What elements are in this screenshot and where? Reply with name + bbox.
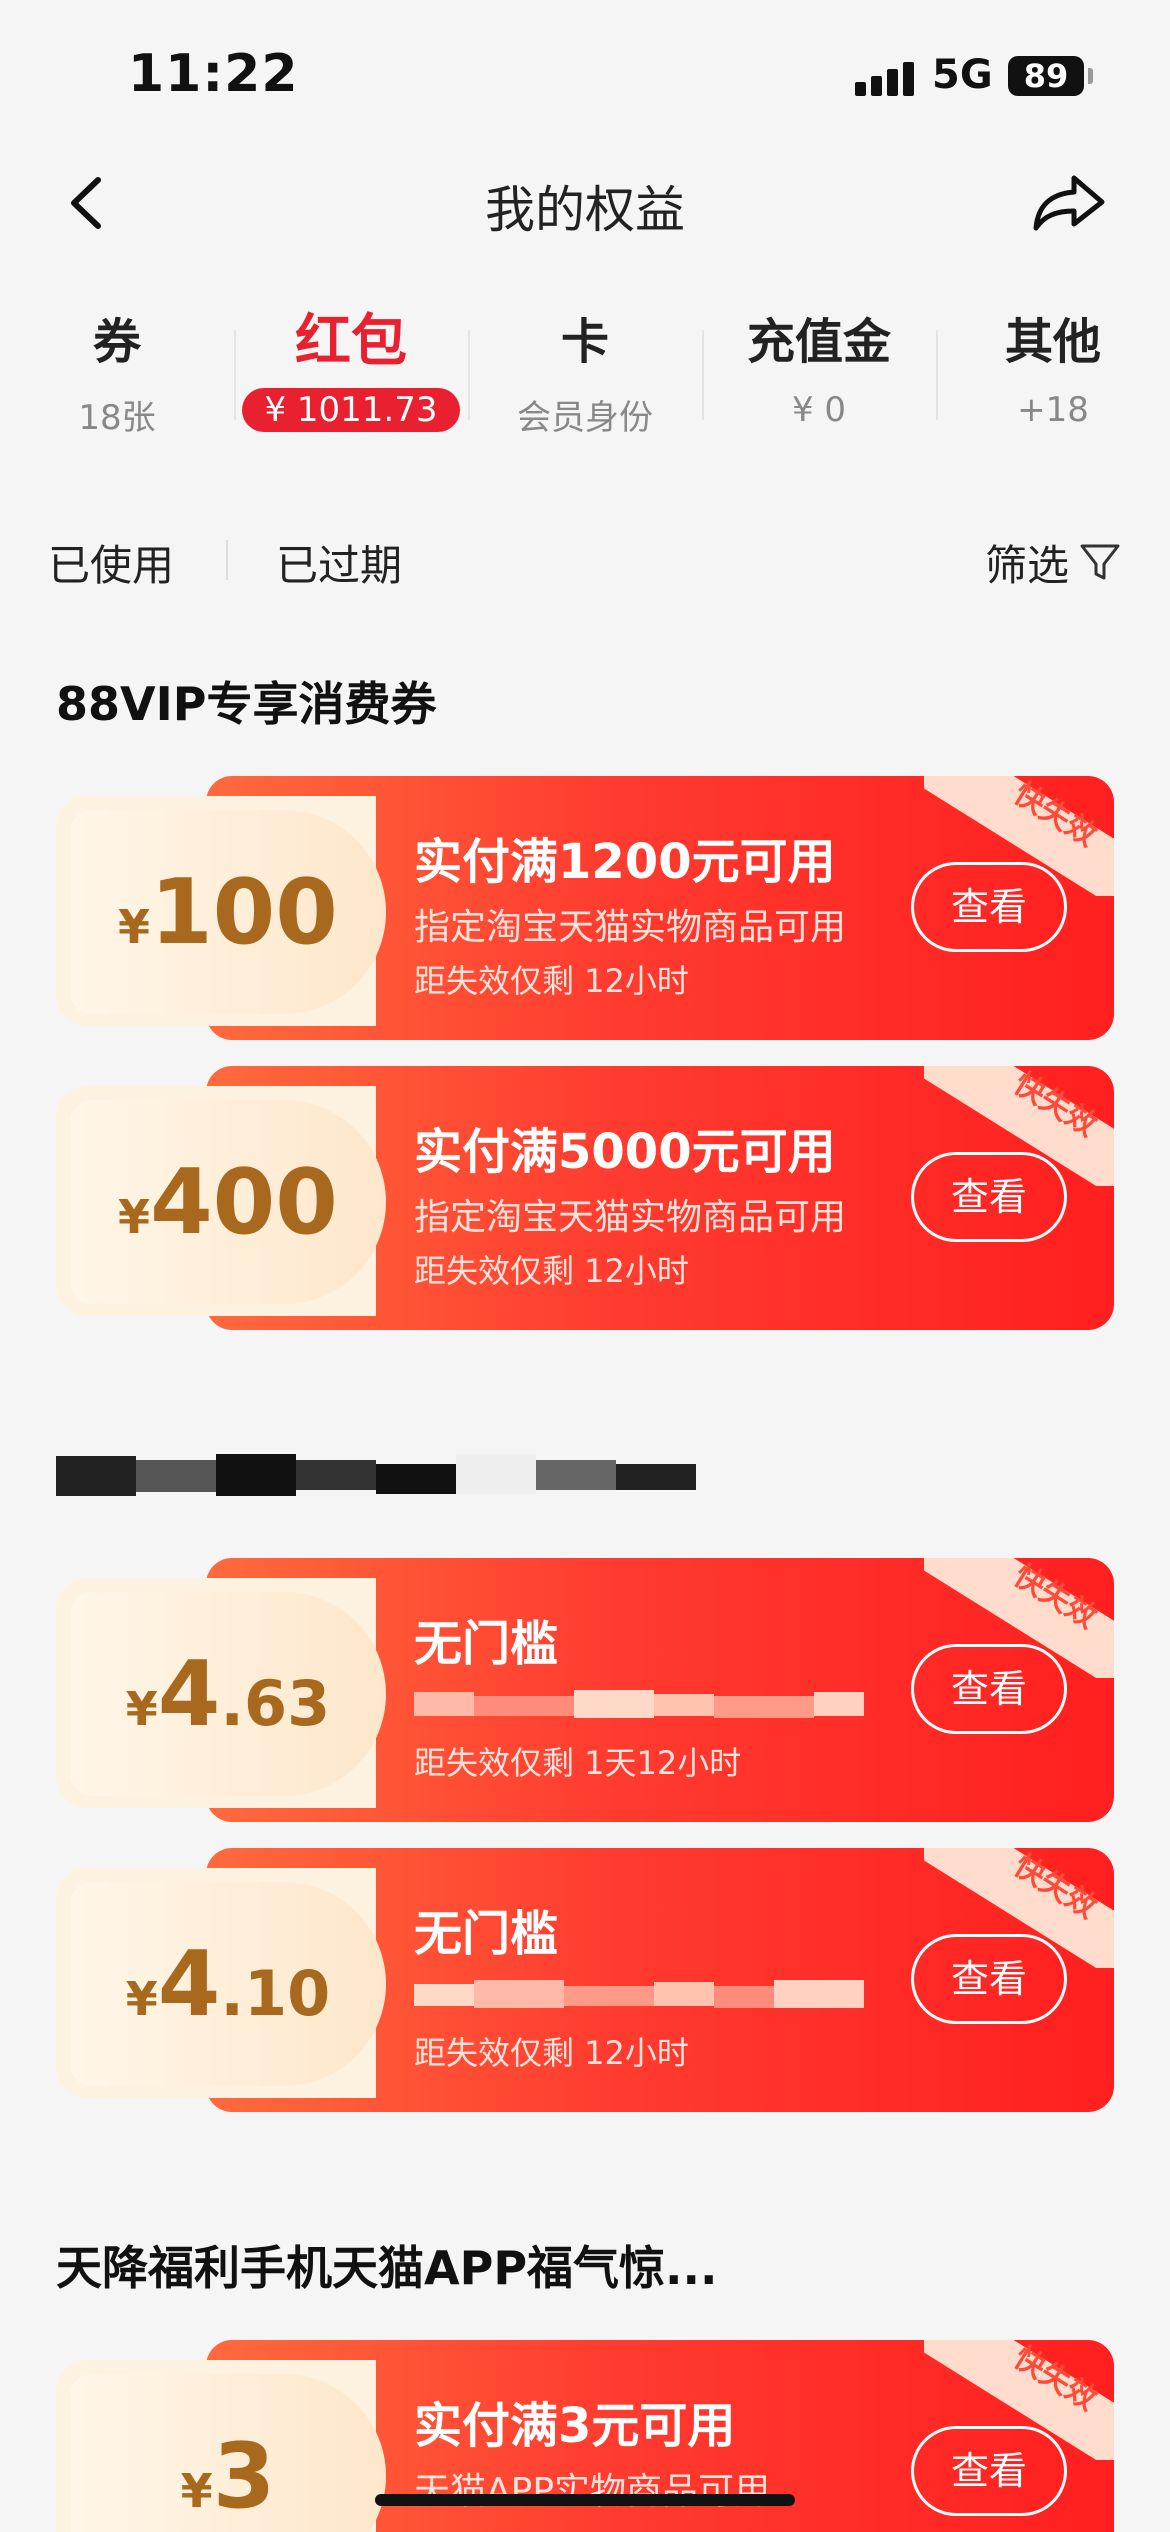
redacted-section-title (56, 1454, 696, 1496)
funnel-icon[interactable] (1078, 540, 1122, 584)
coupon-desc: 天猫APP实物商品可用 (414, 2471, 771, 2512)
coupon-expire: 距失效仅剩 12小时 (414, 962, 689, 1000)
coupon-card[interactable]: 快失效 ¥400 实付满5000元可用 指定淘宝天猫实物商品可用 距失效仅剩 1… (56, 1066, 1114, 1330)
coupon-desc: 指定淘宝天猫实物商品可用 (414, 1197, 847, 1238)
coupon-expire: 距失效仅剩 12小时 (414, 1252, 689, 1290)
coupon-stub: ¥3 (56, 2360, 386, 2532)
tab-sub: +18 (1017, 390, 1089, 430)
coupon-amount: ¥400 (118, 1150, 338, 1255)
coupon-card[interactable]: 快失效 ¥4.10 无门槛 距失效仅剩 12小时 查看 (56, 1848, 1114, 2112)
battery-tip (1088, 68, 1093, 84)
coupon-amount: ¥4.63 (125, 1642, 331, 1747)
filter-used[interactable]: 已使用 (48, 532, 174, 593)
status-time: 11:22 (128, 44, 299, 104)
filter-expired[interactable]: 已过期 (276, 532, 402, 593)
coupon-stub: ¥100 (56, 796, 386, 1026)
nav-bar: 我的权益 (0, 150, 1170, 260)
coupon-stub: ¥4.63 (56, 1578, 386, 1808)
coupon-title: 无门槛 (414, 1906, 559, 1962)
filter-button[interactable]: 筛选 (985, 532, 1069, 593)
view-button[interactable]: 查看 (911, 862, 1067, 952)
coupon-amount: ¥4.10 (125, 1932, 331, 2037)
view-button[interactable]: 查看 (911, 2426, 1067, 2516)
filter-divider (226, 540, 228, 580)
view-button[interactable]: 查看 (911, 1152, 1067, 1242)
coupon-expire: 距失效仅剩 12小时 (414, 2034, 689, 2072)
tab-recharge[interactable]: 充值金 ¥ 0 (702, 310, 936, 450)
tab-label: 红包 (295, 309, 407, 374)
share-button[interactable] (1030, 168, 1110, 238)
tab-label: 券 (92, 314, 141, 370)
view-button[interactable]: 查看 (911, 1934, 1067, 2024)
tab-cards[interactable]: 卡 会员身份 (468, 310, 702, 450)
coupon-amount: ¥3 (180, 2424, 276, 2529)
coupon-stub: ¥400 (56, 1086, 386, 1316)
tab-label: 其他 (1004, 314, 1101, 370)
network-type: 5G (932, 52, 993, 98)
tab-coupons[interactable]: 券 18张 (0, 310, 234, 450)
coupon-card[interactable]: 快失效 ¥4.63 无门槛 距失效仅剩 1天12小时 查看 (56, 1558, 1114, 1822)
page-title: 我的权益 (485, 181, 685, 239)
benefit-tabs: 券 18张 红包 ¥ 1011.73 卡 会员身份 充值金 ¥ 0 其他 +18 (0, 290, 1170, 460)
home-indicator[interactable] (375, 2494, 795, 2506)
tab-others[interactable]: 其他 +18 (936, 310, 1170, 450)
coupon-stub: ¥4.10 (56, 1868, 386, 2098)
coupon-title: 实付满1200元可用 (414, 834, 836, 890)
tab-red-packets[interactable]: 红包 ¥ 1011.73 (234, 310, 468, 450)
tab-sub: 18张 (78, 398, 156, 438)
coupon-title: 无门槛 (414, 1616, 559, 1672)
section-title: 88VIP专享消费券 (56, 677, 437, 731)
battery-icon: 89 (1008, 56, 1084, 96)
coupon-title: 实付满5000元可用 (414, 1124, 836, 1180)
status-bar: 11:22 5G 89 (0, 0, 1170, 150)
coupon-desc: 指定淘宝天猫实物商品可用 (414, 907, 847, 948)
coupon-amount: ¥100 (118, 860, 338, 965)
tab-label: 卡 (560, 314, 609, 370)
coupon-title: 实付满3元可用 (414, 2398, 736, 2454)
share-icon (1033, 175, 1105, 231)
coupon-expire: 距失效仅剩 1天12小时 (414, 1744, 742, 1782)
redacted-desc (414, 1980, 864, 2008)
view-button[interactable]: 查看 (911, 1644, 1067, 1734)
section-title: 天降福利手机天猫APP福气惊... (56, 2241, 718, 2295)
redacted-desc (414, 1690, 864, 1718)
tab-label: 充值金 (746, 314, 891, 370)
coupon-card[interactable]: 快失效 ¥100 实付满1200元可用 指定淘宝天猫实物商品可用 距失效仅剩 1… (56, 776, 1114, 1040)
filter-row: 已使用 已过期 筛选 (0, 520, 1170, 600)
tab-sub: ¥ 0 (791, 390, 847, 430)
signal-icon (855, 60, 915, 96)
tab-sub: 会员身份 (517, 398, 653, 438)
tab-sub: ¥ 1011.73 (242, 388, 460, 432)
